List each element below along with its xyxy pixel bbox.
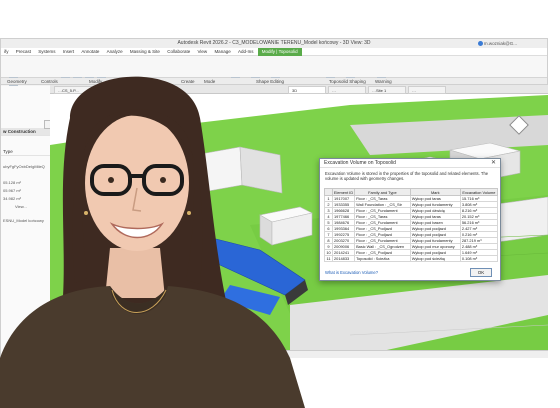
ok-button[interactable]: OK [470, 268, 492, 277]
dialog-description: Excavation Volume is stored in the prope… [325, 171, 489, 182]
excavation-volume: 0.108 m³ [459, 255, 499, 262]
ribbon-group-warning: Warning [375, 79, 392, 84]
menu-item[interactable]: Annotate [78, 48, 102, 56]
user-name[interactable]: m.wozniak@G... [484, 39, 517, 48]
tab-modify-toposolid[interactable]: Modify | Toposolid [257, 48, 302, 56]
tab-view[interactable]: …Site 1 [368, 86, 406, 94]
column-header[interactable]: Family and Type [354, 188, 411, 196]
column-header[interactable]: Excavation Volume [459, 188, 499, 196]
tab-view[interactable]: … [408, 86, 446, 94]
element-id: 2014833 [331, 255, 356, 262]
user-icon[interactable] [478, 41, 483, 46]
menu-item[interactable]: Massing & Site [127, 48, 163, 56]
menu-item[interactable]: View [194, 48, 210, 56]
table-header-row: Element ID Family and Type Mark Excavati… [324, 188, 499, 196]
dialog-title: Excavation Volume on Toposolid [320, 159, 500, 168]
family-type: Wall Foundation : _CS_Str [354, 201, 411, 208]
family-type: Toposolid : Scieżka [354, 255, 411, 262]
mark: Wykop pod mur oporowy [409, 243, 461, 250]
tab-view[interactable]: … [328, 86, 366, 94]
help-link[interactable]: What is Excavation Volume? [325, 270, 378, 275]
menu-item[interactable]: Insert [60, 48, 77, 56]
person-photo [0, 76, 305, 408]
excavation-table: Element ID Family and Type Mark Excavati… [324, 188, 499, 262]
menu-item[interactable]: ify [1, 48, 12, 56]
mark: Wykop pod ścieżkę [409, 255, 461, 262]
menu-bar: ify Precast Systems Insert Annotate Anal… [1, 48, 547, 56]
window-title: Autodesk Revit 2026.2 - C3_MODELOWANIE T… [177, 40, 371, 46]
title-bar: Autodesk Revit 2026.2 - C3_MODELOWANIE T… [1, 39, 547, 48]
menu-item[interactable]: Add-Ins [235, 48, 257, 56]
family-type: Basic Wall : _CS_Ogrodzen [354, 243, 411, 250]
table-row[interactable]: 11 2014833 Toposolid : Scieżka Wykop pod śc… [324, 255, 499, 262]
column-header[interactable]: Mark [409, 188, 461, 196]
column-header[interactable]: Element ID [331, 188, 356, 196]
menu-item[interactable]: Systems [35, 48, 58, 56]
menu-item[interactable]: Collaborate [164, 48, 193, 56]
menu-item[interactable]: Precast [13, 48, 34, 56]
menu-item[interactable]: Analyze [104, 48, 126, 56]
ribbon-group-toposolid-shaping: Toposolid Shaping [329, 79, 366, 84]
close-icon[interactable]: ✕ [491, 159, 496, 168]
menu-item[interactable]: Manage [211, 48, 233, 56]
excavation-volume-dialog: Excavation Volume on Toposolid ✕ Excavat… [319, 158, 501, 281]
